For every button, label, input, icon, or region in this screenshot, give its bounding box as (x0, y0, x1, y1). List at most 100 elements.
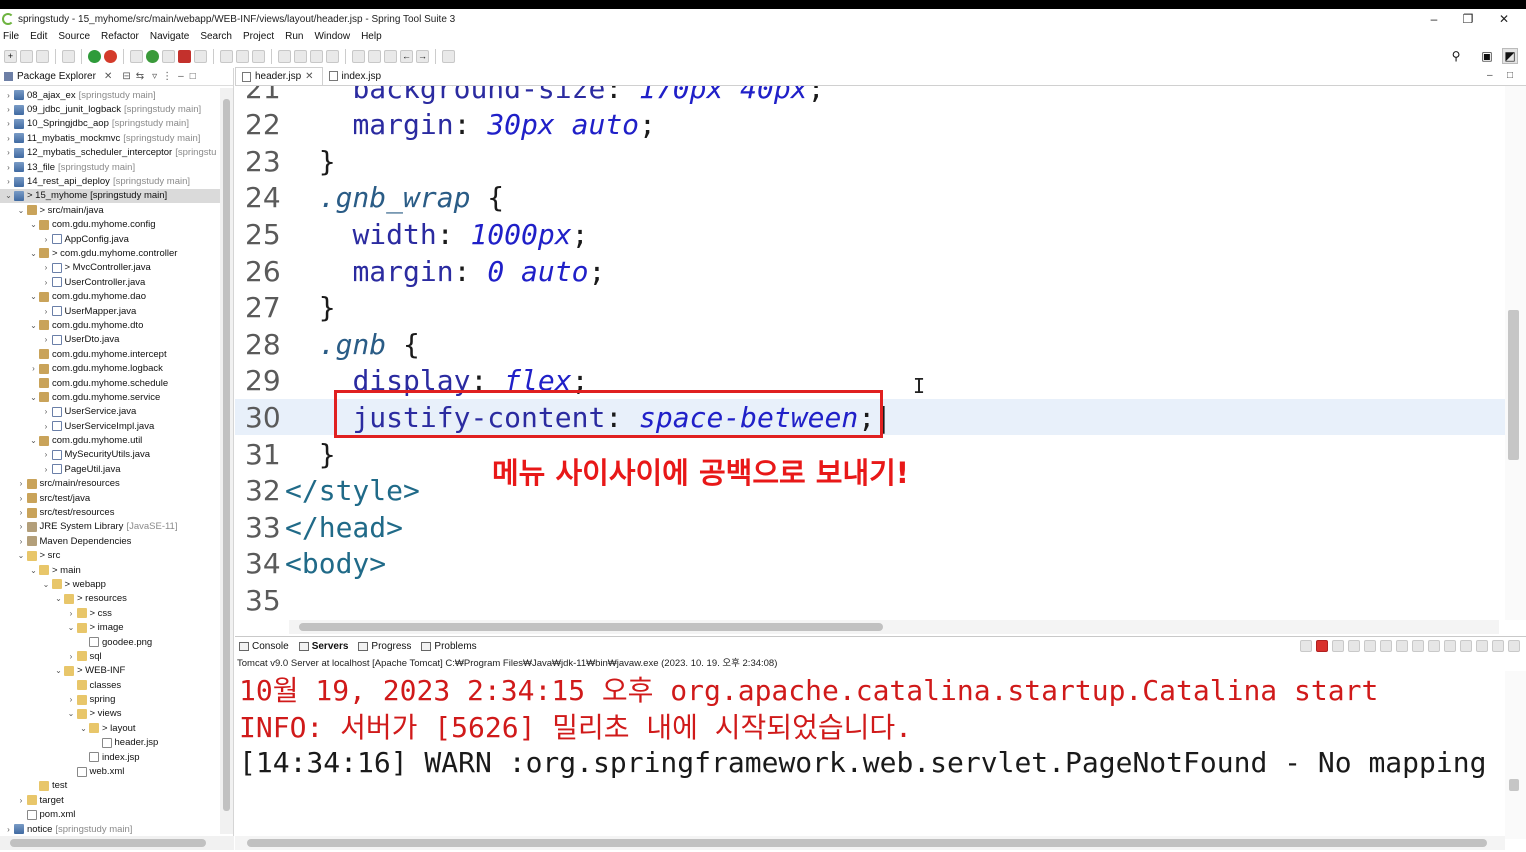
tree-item[interactable]: › JRE System Library [JavaSE-11] (0, 520, 220, 534)
code-line[interactable]: 24 .gnb_wrap { (235, 180, 1505, 216)
tree-item[interactable]: goodee.png (0, 635, 220, 649)
tree-item[interactable]: › Maven Dependencies (0, 534, 220, 548)
tree-item[interactable]: › AppConfig.java (0, 232, 220, 246)
tree-item[interactable]: › com.gdu.myhome.logback (0, 361, 220, 375)
tree-item[interactable]: ⌄ > com.gdu.myhome.controller (0, 246, 220, 260)
package-explorer-hscrollbar[interactable] (0, 836, 234, 850)
tree-item[interactable]: › 12_mybatis_scheduler_interceptor [spring… (0, 146, 220, 160)
expand-arrow-icon[interactable]: › (4, 825, 13, 834)
link-editor-icon[interactable]: ⇆ (136, 71, 144, 82)
collapse-arrow-icon[interactable]: ⌄ (29, 321, 38, 330)
expand-arrow-icon[interactable]: › (4, 105, 13, 114)
pin-editor-icon[interactable] (442, 49, 455, 63)
scroll-thumb[interactable] (299, 623, 883, 631)
minimize-button[interactable]: – (1416, 9, 1452, 29)
tree-item[interactable]: ⌄ com.gdu.myhome.util (0, 433, 220, 447)
tab-index-jsp[interactable]: index.jsp (323, 67, 389, 85)
collapse-arrow-icon[interactable]: ⌄ (54, 666, 63, 675)
expand-arrow-icon[interactable]: › (42, 422, 51, 431)
editor-hscrollbar[interactable] (289, 620, 1499, 634)
tree-item[interactable]: ⌄ > image (0, 620, 220, 634)
search-icon[interactable]: ⚲ (1448, 48, 1464, 64)
tree-item[interactable]: › UserDto.java (0, 333, 220, 347)
tree-item[interactable]: › notice [springstudy main] (0, 822, 220, 834)
tree-item[interactable]: › 08_ajax_ex [springstudy main] (0, 88, 220, 102)
save-all-icon[interactable] (36, 49, 49, 63)
tree-item[interactable]: › 13_file [springstudy main] (0, 160, 220, 174)
back-icon[interactable]: ← (400, 49, 413, 63)
expand-arrow-icon[interactable]: › (67, 652, 76, 661)
tree-item[interactable]: › UserService.java (0, 405, 220, 419)
spring-perspective-icon[interactable]: ◩ (1502, 48, 1518, 64)
expand-arrow-icon[interactable]: › (42, 278, 51, 287)
tree-item[interactable]: ⌄ com.gdu.myhome.dto (0, 318, 220, 332)
code-line[interactable]: 27 } (235, 290, 1505, 326)
editor-scrollbar[interactable] (1505, 86, 1526, 620)
tree-item[interactable]: › src/main/resources (0, 477, 220, 491)
expand-arrow-icon[interactable]: › (67, 695, 76, 704)
tree-item[interactable]: › 11_mybatis_mockmvc [springstudy main] (0, 131, 220, 145)
close-tab-icon[interactable]: ✕ (305, 71, 313, 82)
tree-item[interactable]: › src/test/resources (0, 505, 220, 519)
tree-item[interactable]: ⌄ com.gdu.myhome.dao (0, 289, 220, 303)
menu-source[interactable]: Source (58, 31, 90, 42)
expand-arrow-icon[interactable]: › (17, 479, 26, 488)
expand-arrow-icon[interactable]: › (17, 796, 26, 805)
new-class-icon[interactable] (236, 49, 249, 63)
code-line[interactable]: 28 .gnb { (235, 326, 1505, 362)
tree-item[interactable]: › MySecurityUtils.java (0, 448, 220, 462)
collapse-arrow-icon[interactable]: ⌄ (4, 191, 13, 200)
code-line[interactable]: 23 } (235, 143, 1505, 179)
run-spring-icon[interactable] (88, 49, 101, 63)
new-icon[interactable]: + (4, 49, 17, 63)
tree-item[interactable]: header.jsp (0, 736, 220, 750)
collapse-arrow-icon[interactable]: ⌄ (29, 292, 38, 301)
expand-arrow-icon[interactable]: › (4, 163, 13, 172)
tab-header-jsp[interactable]: header.jsp ✕ (235, 67, 323, 85)
menu-window[interactable]: Window (314, 31, 350, 42)
collapse-arrow-icon[interactable]: ⌄ (17, 551, 26, 560)
clear-console-icon[interactable] (1364, 640, 1376, 652)
code-line[interactable]: 26 margin: 0 auto; (235, 253, 1505, 289)
expand-arrow-icon[interactable]: › (4, 148, 13, 157)
debug-icon[interactable] (130, 49, 143, 63)
minimize-console-icon[interactable] (1492, 640, 1504, 652)
collapse-arrow-icon[interactable]: ⌄ (29, 393, 38, 402)
close-button[interactable]: ✕ (1486, 9, 1522, 29)
collapse-arrow-icon[interactable]: ⌄ (54, 594, 63, 603)
tree-item[interactable]: test (0, 779, 220, 793)
view-menu-icon[interactable]: ⋮ (162, 71, 172, 82)
tree-item[interactable]: › UserMapper.java (0, 304, 220, 318)
coverage-icon[interactable] (162, 49, 175, 63)
code-line[interactable]: 21 background-size: 170px 40px; (235, 86, 1505, 106)
close-view-icon[interactable]: ✕ (104, 71, 112, 82)
menu-search[interactable]: Search (200, 31, 232, 42)
show-on-output-icon[interactable] (1412, 640, 1424, 652)
code-line[interactable]: 35 (235, 582, 1505, 618)
expand-arrow-icon[interactable]: › (17, 522, 26, 531)
package-explorer-scrollbar[interactable] (220, 88, 233, 834)
menu-run[interactable]: Run (285, 31, 303, 42)
tree-item[interactable]: › target (0, 793, 220, 807)
console-hscrollbar[interactable] (235, 836, 1505, 850)
tree-item[interactable]: ⌄ > main (0, 563, 220, 577)
console-tab-progress[interactable]: Progress (358, 641, 411, 652)
restore-button[interactable]: ❐ (1450, 9, 1486, 29)
pen-icon[interactable] (310, 49, 323, 63)
filter-icon[interactable]: ▿ (152, 71, 157, 82)
tree-item[interactable]: ⌄ > src (0, 549, 220, 563)
collapse-arrow-icon[interactable]: ⌄ (42, 580, 51, 589)
expand-arrow-icon[interactable]: › (42, 307, 51, 316)
collapse-arrow-icon[interactable]: ⌄ (67, 709, 76, 718)
tree-item[interactable]: ⌄ > resources (0, 592, 220, 606)
expand-arrow-icon[interactable]: › (17, 537, 26, 546)
tree-item[interactable]: › PageUtil.java (0, 462, 220, 476)
terminate-icon[interactable] (1316, 640, 1328, 652)
new-package-icon[interactable] (220, 49, 233, 63)
minimize-editor-icon[interactable]: – (1487, 70, 1493, 81)
save-icon[interactable] (20, 49, 33, 63)
remove-launch-icon[interactable] (1300, 640, 1312, 652)
open-console-icon[interactable] (1476, 640, 1488, 652)
scroll-thumb[interactable] (247, 839, 1487, 847)
search-tool-icon[interactable] (326, 49, 339, 63)
